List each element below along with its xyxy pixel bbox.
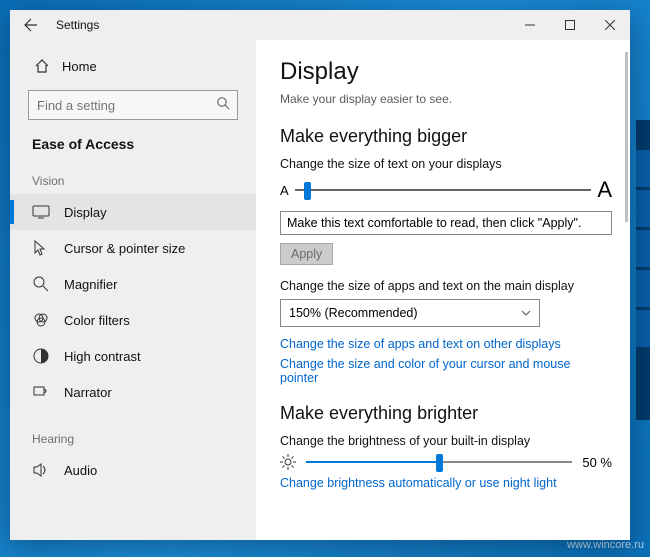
sidebar-item-label: Magnifier	[64, 277, 117, 292]
sidebar-item-label: Narrator	[64, 385, 112, 400]
brightness-icon	[280, 454, 296, 470]
cursor-icon	[32, 239, 50, 257]
app-title: Settings	[56, 18, 99, 32]
sidebar-item-highcontrast[interactable]: High contrast	[10, 338, 256, 374]
scale-dropdown[interactable]: 150% (Recommended)	[280, 299, 540, 327]
main-pane: Display Make your display easier to see.…	[256, 40, 630, 540]
sidebar-home-label: Home	[62, 59, 97, 74]
search-input[interactable]	[28, 90, 238, 120]
sidebar-item-audio[interactable]: Audio	[10, 452, 256, 488]
sidebar-item-label: High contrast	[64, 349, 141, 364]
sidebar-item-label: Display	[64, 205, 107, 220]
watermark: www.wincore.ru	[567, 539, 644, 551]
brightness-percent: 50 %	[582, 455, 612, 470]
sidebar-group-label: Vision	[10, 166, 256, 194]
sidebar-item-label: Audio	[64, 463, 97, 478]
text-size-label: Change the size of text on your displays	[280, 157, 612, 171]
highcontrast-icon	[32, 347, 50, 365]
narrator-icon	[32, 383, 50, 401]
section-brighter-heading: Make everything brighter	[280, 403, 612, 424]
section-bigger-heading: Make everything bigger	[280, 126, 612, 147]
sidebar-item-label: Color filters	[64, 313, 130, 328]
sidebar-category: Ease of Access	[10, 134, 256, 166]
brightness-label: Change the brightness of your built-in d…	[280, 434, 612, 448]
page-subtitle: Make your display easier to see.	[280, 92, 612, 106]
maximize-button[interactable]	[550, 10, 590, 40]
settings-window: Settings Home Ease of Access VisionDispl…	[10, 10, 630, 540]
large-a-icon: A	[597, 177, 612, 203]
home-icon	[34, 58, 50, 74]
text-size-slider[interactable]: A A	[280, 177, 612, 203]
brightness-thumb[interactable]	[436, 454, 443, 472]
page-title: Display	[280, 58, 612, 86]
text-preview: Make this text comfortable to read, then…	[280, 211, 612, 235]
sidebar-item-colorfilters[interactable]: Color filters	[10, 302, 256, 338]
minimize-button[interactable]	[510, 10, 550, 40]
audio-icon	[32, 461, 50, 479]
brightness-slider[interactable]: 50 %	[280, 454, 612, 470]
link-cursor-pointer[interactable]: Change the size and color of your cursor…	[280, 357, 612, 385]
link-night-light[interactable]: Change brightness automatically or use n…	[280, 476, 612, 490]
link-other-displays[interactable]: Change the size of apps and text on othe…	[280, 337, 612, 351]
chevron-down-icon	[521, 308, 531, 318]
colorfilters-icon	[32, 311, 50, 329]
sidebar-item-magnifier[interactable]: Magnifier	[10, 266, 256, 302]
search-icon	[216, 96, 230, 110]
display-icon	[32, 203, 50, 221]
desktop-taskbar-fragment	[636, 120, 650, 420]
sidebar: Home Ease of Access Vision Display Cursor …	[10, 40, 256, 540]
sidebar-item-cursor[interactable]: Cursor & pointer size	[10, 230, 256, 266]
apply-button[interactable]: Apply	[280, 243, 333, 265]
sidebar-item-narrator[interactable]: Narrator	[10, 374, 256, 410]
titlebar: Settings	[10, 10, 630, 40]
scale-label: Change the size of apps and text on the …	[280, 279, 612, 293]
scale-value: 150% (Recommended)	[289, 306, 418, 320]
small-a-icon: A	[280, 183, 289, 198]
scrollbar-indicator[interactable]	[625, 52, 628, 222]
slider-thumb[interactable]	[304, 182, 311, 200]
sidebar-home[interactable]: Home	[10, 50, 256, 82]
sidebar-group-label: Hearing	[10, 424, 256, 452]
back-button[interactable]	[16, 10, 46, 40]
magnifier-icon	[32, 275, 50, 293]
sidebar-item-label: Cursor & pointer size	[64, 241, 185, 256]
sidebar-item-display[interactable]: Display	[10, 194, 256, 230]
close-button[interactable]	[590, 10, 630, 40]
